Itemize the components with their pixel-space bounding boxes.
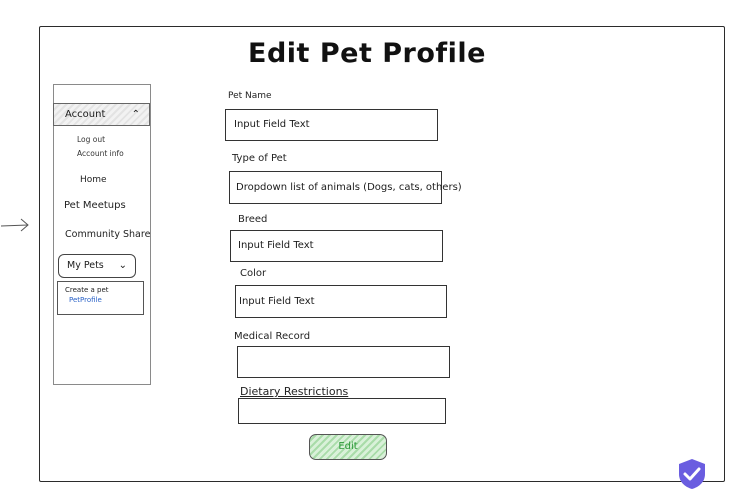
sidebar-item-community-share[interactable]: Community Share bbox=[65, 229, 150, 240]
breed-label: Breed bbox=[238, 214, 268, 225]
color-input[interactable]: Input Field Text bbox=[235, 285, 447, 318]
type-of-pet-dropdown[interactable]: Dropdown list of animals (Dogs, cats, ot… bbox=[229, 171, 462, 204]
dietary-restrictions-input[interactable] bbox=[238, 398, 446, 424]
dietary-restrictions-label: Dietary Restrictions bbox=[240, 385, 349, 398]
my-pets-dropdown[interactable]: My Pets ⌄ bbox=[58, 254, 136, 278]
edit-button[interactable]: Edit bbox=[309, 434, 387, 460]
arrow-right-icon bbox=[0, 218, 29, 232]
pet-profile-link[interactable]: PetProfile bbox=[69, 296, 102, 304]
logout-link[interactable]: Log out bbox=[77, 135, 105, 144]
my-pets-label: My Pets bbox=[67, 260, 104, 271]
create-pet-text: Create a pet bbox=[65, 286, 109, 294]
page-title: Edit Pet Profile bbox=[248, 38, 486, 69]
account-info-link[interactable]: Account info bbox=[77, 149, 124, 158]
account-menu-button[interactable]: Account ⌃ bbox=[53, 103, 150, 126]
sidebar-item-pet-meetups[interactable]: Pet Meetups bbox=[64, 200, 126, 211]
account-label: Account bbox=[65, 109, 106, 120]
shield-check-icon bbox=[679, 459, 705, 489]
pet-name-input[interactable]: Input Field Text bbox=[225, 109, 438, 141]
sidebar-item-home[interactable]: Home bbox=[80, 175, 107, 185]
chevron-up-icon: ⌃ bbox=[131, 109, 140, 120]
type-of-pet-label: Type of Pet bbox=[232, 153, 287, 164]
medical-record-label: Medical Record bbox=[234, 331, 311, 342]
breed-input[interactable]: Input Field Text bbox=[230, 230, 443, 262]
color-label: Color bbox=[240, 268, 267, 279]
medical-record-input[interactable] bbox=[237, 346, 450, 378]
my-pets-menu: Create a pet PetProfile bbox=[57, 281, 144, 315]
chevron-down-icon: ⌄ bbox=[118, 260, 127, 271]
pet-name-label: Pet Name bbox=[228, 91, 272, 101]
